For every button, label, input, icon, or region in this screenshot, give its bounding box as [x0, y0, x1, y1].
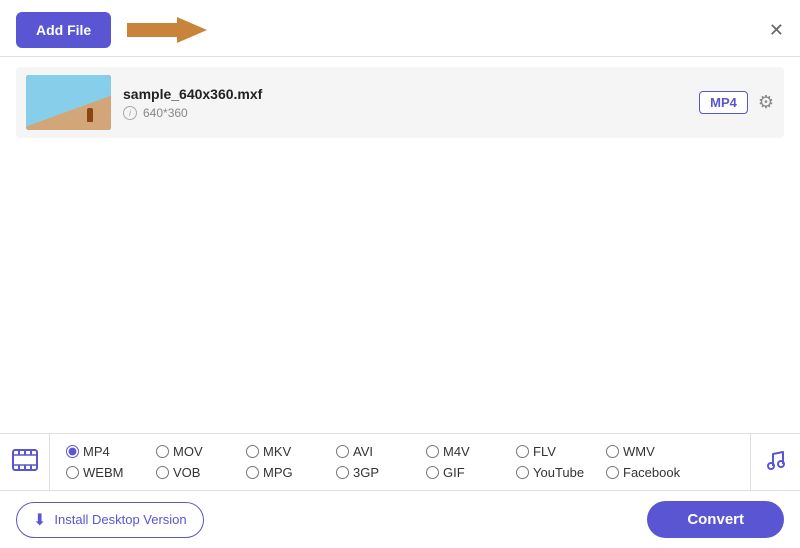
format-radio-avi[interactable] — [336, 445, 349, 458]
download-icon: ⬇ — [33, 510, 46, 530]
thumbnail-figure — [87, 108, 93, 122]
add-file-section: Add File — [16, 12, 207, 48]
format-radio-3gp[interactable] — [336, 466, 349, 479]
format-option-mp4[interactable]: MP4 — [66, 444, 156, 459]
format-option-gif[interactable]: GIF — [426, 465, 516, 480]
format-radio-mov[interactable] — [156, 445, 169, 458]
format-option-mov[interactable]: MOV — [156, 444, 246, 459]
format-radio-wmv[interactable] — [606, 445, 619, 458]
format-badge-button[interactable]: MP4 — [699, 91, 748, 114]
format-radio-m4v[interactable] — [426, 445, 439, 458]
format-option-mpg[interactable]: MPG — [246, 465, 336, 480]
bottom-bar: ⬇ Install Desktop Version Convert — [0, 490, 800, 548]
format-row-1: MP4 MOV MKV AVI M4V FLV WMV — [66, 444, 734, 459]
arrow-icon — [127, 15, 207, 45]
format-selector: MP4 MOV MKV AVI M4V FLV WMV W — [0, 433, 800, 490]
format-option-avi[interactable]: AVI — [336, 444, 426, 459]
format-radio-facebook[interactable] — [606, 466, 619, 479]
format-option-youtube[interactable]: YouTube — [516, 465, 606, 480]
content-area — [0, 148, 800, 433]
format-radio-vob[interactable] — [156, 466, 169, 479]
format-option-m4v[interactable]: M4V — [426, 444, 516, 459]
format-option-webm[interactable]: WEBM — [66, 465, 156, 480]
add-file-button[interactable]: Add File — [16, 12, 111, 48]
format-option-vob[interactable]: VOB — [156, 465, 246, 480]
format-radio-mpg[interactable] — [246, 466, 259, 479]
file-list: sample_640x360.mxf i 640*360 MP4 ⚙ — [0, 57, 800, 148]
format-option-mkv[interactable]: MKV — [246, 444, 336, 459]
install-desktop-button[interactable]: ⬇ Install Desktop Version — [16, 502, 204, 538]
format-radio-mp4[interactable] — [66, 445, 79, 458]
format-option-3gp[interactable]: 3GP — [336, 465, 426, 480]
file-meta: i 640*360 — [123, 106, 687, 120]
file-name: sample_640x360.mxf — [123, 86, 687, 102]
format-right — [750, 434, 800, 490]
music-icon — [763, 446, 789, 478]
film-icon — [11, 446, 39, 479]
close-button[interactable]: ✕ — [769, 21, 784, 39]
file-info: sample_640x360.mxf i 640*360 — [123, 86, 687, 120]
file-item: sample_640x360.mxf i 640*360 MP4 ⚙ — [16, 67, 784, 138]
format-radio-gif[interactable] — [426, 466, 439, 479]
format-option-facebook[interactable]: Facebook — [606, 465, 696, 480]
settings-button[interactable]: ⚙ — [758, 92, 774, 113]
format-radio-flv[interactable] — [516, 445, 529, 458]
convert-button[interactable]: Convert — [647, 501, 784, 538]
file-thumbnail — [26, 75, 111, 130]
install-label: Install Desktop Version — [54, 512, 186, 527]
format-options: MP4 MOV MKV AVI M4V FLV WMV W — [50, 434, 750, 490]
format-radio-webm[interactable] — [66, 466, 79, 479]
file-resolution: 640*360 — [143, 106, 188, 120]
thumbnail-bg — [26, 75, 111, 130]
format-option-flv[interactable]: FLV — [516, 444, 606, 459]
top-bar: Add File ✕ — [0, 0, 800, 57]
format-option-wmv[interactable]: WMV — [606, 444, 696, 459]
file-actions: MP4 ⚙ — [699, 91, 774, 114]
format-left — [0, 434, 50, 490]
format-radio-mkv[interactable] — [246, 445, 259, 458]
info-icon: i — [123, 106, 137, 120]
format-row-2: WEBM VOB MPG 3GP GIF YouTube Facebook — [66, 465, 734, 480]
format-radio-youtube[interactable] — [516, 466, 529, 479]
